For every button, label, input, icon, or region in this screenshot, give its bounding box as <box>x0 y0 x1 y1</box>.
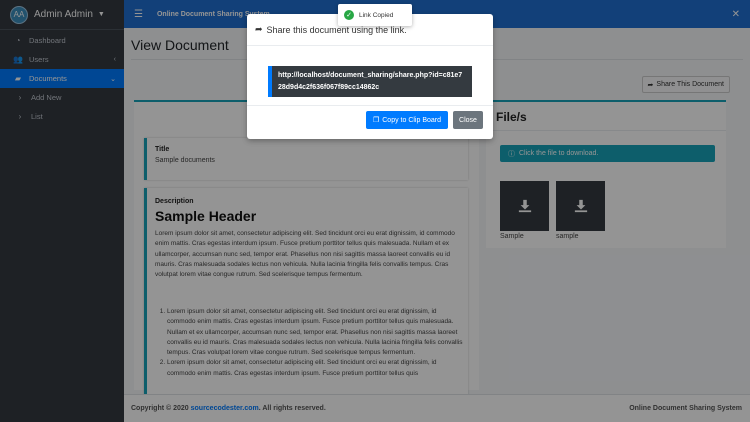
toast-message: Link Copied <box>359 11 394 19</box>
share-link-box[interactable]: http://localhost/document_sharing/share.… <box>268 66 472 97</box>
copy-icon: ❐ <box>372 117 380 124</box>
copy-button-label: Copy to Clip Board <box>382 116 442 124</box>
copy-to-clipboard-button[interactable]: ❐ Copy to Clip Board <box>366 111 448 129</box>
divider <box>247 105 493 106</box>
share-modal: ➦ Share this document using the link. ht… <box>247 14 493 139</box>
close-button[interactable]: Close <box>453 111 483 129</box>
check-icon: ✓ <box>344 10 354 20</box>
link-copied-toast: ✓ Link Copied <box>338 4 412 26</box>
share-icon: ➦ <box>255 24 263 34</box>
modal-title: Share this document using the link. <box>266 24 407 35</box>
